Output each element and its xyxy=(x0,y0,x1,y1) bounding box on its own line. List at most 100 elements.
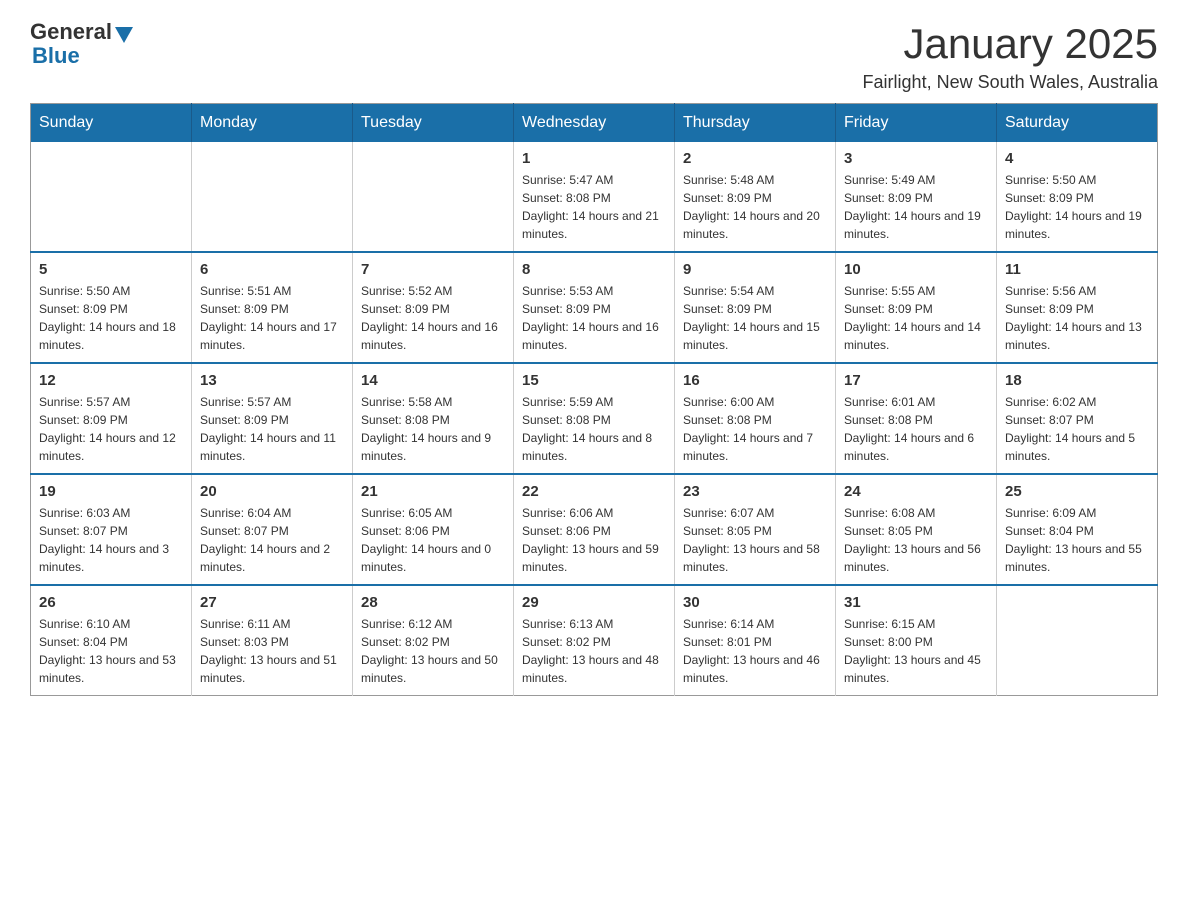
calendar-header: SundayMondayTuesdayWednesdayThursdayFrid… xyxy=(31,104,1158,143)
calendar-cell: 27Sunrise: 6:11 AM Sunset: 8:03 PM Dayli… xyxy=(192,585,353,696)
logo-triangle-icon xyxy=(115,27,133,43)
calendar-cell: 21Sunrise: 6:05 AM Sunset: 8:06 PM Dayli… xyxy=(353,474,514,585)
day-number: 25 xyxy=(1005,483,1149,500)
day-info: Sunrise: 6:00 AM Sunset: 8:08 PM Dayligh… xyxy=(683,393,827,465)
calendar-cell: 15 Sunrise: 5:59 AM Sunset: 8:08 PM Dayli… xyxy=(514,363,675,474)
calendar-table: SundayMondayTuesdayWednesdayThursdayFrid… xyxy=(30,103,1158,696)
calendar-cell: 30Sunrise: 6:14 AM Sunset: 8:01 PM Dayli… xyxy=(675,585,836,696)
calendar-cell: 12Sunrise: 5:57 AM Sunset: 8:09 PM Dayli… xyxy=(31,363,192,474)
day-info: Sunrise: 6:01 AM Sunset: 8:08 PM Dayligh… xyxy=(844,393,988,465)
calendar-week-1: 1 Sunrise: 5:47 AM Sunset: 8:08 PM Daylig… xyxy=(31,142,1158,252)
calendar-week-4: 19 Sunrise: 6:03 AM Sunset: 8:07 PM Dayli… xyxy=(31,474,1158,585)
day-number: 26 xyxy=(39,594,183,611)
day-number: 21 xyxy=(361,483,505,500)
calendar-cell: 4 Sunrise: 5:50 AM Sunset: 8:09 PM Daylig… xyxy=(997,142,1158,252)
day-number: 4 xyxy=(1005,150,1149,167)
day-info: Sunrise: 6:04 AM Sunset: 8:07 PM Dayligh… xyxy=(200,504,344,576)
title-area: January 2025 Fairlight, New South Wales,… xyxy=(863,20,1158,93)
day-info: Sunrise: 5:55 AM Sunset: 8:09 PM Dayligh… xyxy=(844,282,988,354)
calendar-header-sunday: Sunday xyxy=(31,104,192,143)
day-info: Sunrise: 6:07 AM Sunset: 8:05 PM Dayligh… xyxy=(683,504,827,576)
calendar-cell: 13Sunrise: 5:57 AM Sunset: 8:09 PM Dayli… xyxy=(192,363,353,474)
calendar-week-5: 26 Sunrise: 6:10 AM Sunset: 8:04 PM Dayli… xyxy=(31,585,1158,696)
calendar-cell: 10 Sunrise: 5:55 AM Sunset: 8:09 PM Dayli… xyxy=(836,252,997,363)
day-number: 18 xyxy=(1005,372,1149,389)
day-info: Sunrise: 6:03 AM Sunset: 8:07 PM Dayligh… xyxy=(39,504,183,576)
calendar-header-friday: Friday xyxy=(836,104,997,143)
calendar-header-thursday: Thursday xyxy=(675,104,836,143)
day-number: 29 xyxy=(522,594,666,611)
day-info: Sunrise: 5:59 AM Sunset: 8:08 PM Dayligh… xyxy=(522,393,666,465)
day-number: 30 xyxy=(683,594,827,611)
calendar-cell xyxy=(353,142,514,252)
day-number: 23 xyxy=(683,483,827,500)
calendar-cell: 9Sunrise: 5:54 AM Sunset: 8:09 PM Daylig… xyxy=(675,252,836,363)
calendar-cell: 22 Sunrise: 6:06 AM Sunset: 8:06 PM Dayli… xyxy=(514,474,675,585)
day-info: Sunrise: 5:56 AM Sunset: 8:09 PM Dayligh… xyxy=(1005,282,1149,354)
day-number: 9 xyxy=(683,261,827,278)
day-number: 3 xyxy=(844,150,988,167)
calendar-week-2: 5 Sunrise: 5:50 AM Sunset: 8:09 PM Daylig… xyxy=(31,252,1158,363)
calendar-cell: 18Sunrise: 6:02 AM Sunset: 8:07 PM Dayli… xyxy=(997,363,1158,474)
calendar-header-tuesday: Tuesday xyxy=(353,104,514,143)
day-number: 2 xyxy=(683,150,827,167)
calendar-cell: 14 Sunrise: 5:58 AM Sunset: 8:08 PM Dayli… xyxy=(353,363,514,474)
day-number: 12 xyxy=(39,372,183,389)
day-number: 17 xyxy=(844,372,988,389)
calendar-cell: 31 Sunrise: 6:15 AM Sunset: 8:00 PM Dayli… xyxy=(836,585,997,696)
calendar-cell: 23 Sunrise: 6:07 AM Sunset: 8:05 PM Dayli… xyxy=(675,474,836,585)
day-info: Sunrise: 6:10 AM Sunset: 8:04 PM Dayligh… xyxy=(39,615,183,687)
day-number: 13 xyxy=(200,372,344,389)
day-info: Sunrise: 6:08 AM Sunset: 8:05 PM Dayligh… xyxy=(844,504,988,576)
day-info: Sunrise: 6:09 AM Sunset: 8:04 PM Dayligh… xyxy=(1005,504,1149,576)
calendar-cell: 17 Sunrise: 6:01 AM Sunset: 8:08 PM Dayli… xyxy=(836,363,997,474)
day-number: 1 xyxy=(522,150,666,167)
day-info: Sunrise: 5:49 AM Sunset: 8:09 PM Dayligh… xyxy=(844,171,988,243)
calendar-cell: 25 Sunrise: 6:09 AM Sunset: 8:04 PM Dayli… xyxy=(997,474,1158,585)
day-info: Sunrise: 5:48 AM Sunset: 8:09 PM Dayligh… xyxy=(683,171,827,243)
logo-text-blue: Blue xyxy=(32,44,133,68)
day-info: Sunrise: 5:51 AM Sunset: 8:09 PM Dayligh… xyxy=(200,282,344,354)
calendar-cell: 29 Sunrise: 6:13 AM Sunset: 8:02 PM Dayli… xyxy=(514,585,675,696)
calendar-cell: 20 Sunrise: 6:04 AM Sunset: 8:07 PM Dayli… xyxy=(192,474,353,585)
calendar-cell: 2 Sunrise: 5:48 AM Sunset: 8:09 PM Daylig… xyxy=(675,142,836,252)
day-info: Sunrise: 5:50 AM Sunset: 8:09 PM Dayligh… xyxy=(1005,171,1149,243)
page-header: General Blue January 2025 Fairlight, New… xyxy=(30,20,1158,93)
day-info: Sunrise: 5:47 AM Sunset: 8:08 PM Dayligh… xyxy=(522,171,666,243)
calendar-cell: 3 Sunrise: 5:49 AM Sunset: 8:09 PM Daylig… xyxy=(836,142,997,252)
day-number: 5 xyxy=(39,261,183,278)
day-number: 10 xyxy=(844,261,988,278)
calendar-cell: 19 Sunrise: 6:03 AM Sunset: 8:07 PM Dayli… xyxy=(31,474,192,585)
day-number: 27 xyxy=(200,594,344,611)
day-info: Sunrise: 6:13 AM Sunset: 8:02 PM Dayligh… xyxy=(522,615,666,687)
day-number: 19 xyxy=(39,483,183,500)
day-info: Sunrise: 5:52 AM Sunset: 8:09 PM Dayligh… xyxy=(361,282,505,354)
day-info: Sunrise: 5:53 AM Sunset: 8:09 PM Dayligh… xyxy=(522,282,666,354)
calendar-cell: 11 Sunrise: 5:56 AM Sunset: 8:09 PM Dayli… xyxy=(997,252,1158,363)
day-number: 31 xyxy=(844,594,988,611)
day-number: 8 xyxy=(522,261,666,278)
day-number: 24 xyxy=(844,483,988,500)
day-number: 6 xyxy=(200,261,344,278)
day-info: Sunrise: 6:06 AM Sunset: 8:06 PM Dayligh… xyxy=(522,504,666,576)
day-number: 15 xyxy=(522,372,666,389)
header-row: SundayMondayTuesdayWednesdayThursdayFrid… xyxy=(31,104,1158,143)
day-number: 16 xyxy=(683,372,827,389)
calendar-cell: 7Sunrise: 5:52 AM Sunset: 8:09 PM Daylig… xyxy=(353,252,514,363)
day-number: 22 xyxy=(522,483,666,500)
calendar-cell: 24 Sunrise: 6:08 AM Sunset: 8:05 PM Dayli… xyxy=(836,474,997,585)
calendar-cell: 16 Sunrise: 6:00 AM Sunset: 8:08 PM Dayli… xyxy=(675,363,836,474)
calendar-cell: 5 Sunrise: 5:50 AM Sunset: 8:09 PM Daylig… xyxy=(31,252,192,363)
day-info: Sunrise: 5:50 AM Sunset: 8:09 PM Dayligh… xyxy=(39,282,183,354)
subtitle: Fairlight, New South Wales, Australia xyxy=(863,72,1158,93)
day-number: 20 xyxy=(200,483,344,500)
day-number: 11 xyxy=(1005,261,1149,278)
calendar-cell xyxy=(192,142,353,252)
day-info: Sunrise: 6:15 AM Sunset: 8:00 PM Dayligh… xyxy=(844,615,988,687)
calendar-week-3: 12Sunrise: 5:57 AM Sunset: 8:09 PM Dayli… xyxy=(31,363,1158,474)
calendar-cell xyxy=(997,585,1158,696)
day-info: Sunrise: 5:58 AM Sunset: 8:08 PM Dayligh… xyxy=(361,393,505,465)
day-number: 14 xyxy=(361,372,505,389)
page-title: January 2025 xyxy=(863,20,1158,68)
day-info: Sunrise: 6:12 AM Sunset: 8:02 PM Dayligh… xyxy=(361,615,505,687)
